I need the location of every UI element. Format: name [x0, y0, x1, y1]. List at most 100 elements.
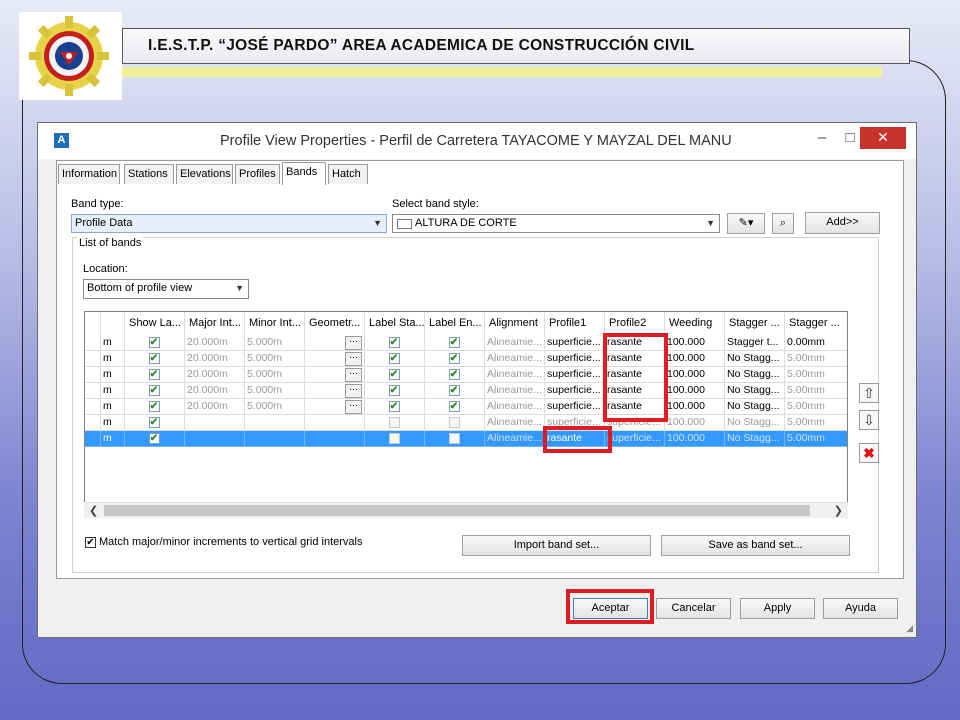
save-band-set-button[interactable]: Save as band set... [661, 535, 850, 556]
cell-show-label[interactable]: ✔ [125, 351, 185, 367]
tab-elevations[interactable]: Elevations [176, 164, 233, 184]
cell-stagger-2[interactable]: 5.00mm [785, 351, 847, 367]
column-header-label-end[interactable]: Label En... [425, 312, 485, 335]
cell-stagger-2[interactable]: 5.00mm [785, 431, 847, 447]
close-button[interactable]: ✕ [860, 127, 906, 149]
cell-major-interval[interactable]: 20.000m [185, 351, 245, 367]
cell-geometry[interactable]: ⋯ [305, 367, 365, 383]
tab-hatch[interactable]: Hatch [328, 164, 368, 184]
cell-weeding[interactable]: 100.000 [665, 367, 725, 383]
cell-name[interactable]: m [101, 431, 125, 447]
checkbox[interactable]: ✔ [388, 337, 400, 348]
cell-minor-interval[interactable] [245, 415, 305, 431]
cell-label-start[interactable]: ✔ [365, 367, 425, 383]
cell-show-label[interactable]: ✔ [125, 431, 185, 447]
cell-stagger-1[interactable]: No Stagg... [725, 351, 785, 367]
table-row[interactable]: m ✔ 20.000m 5.000m ⋯ ✔ ✔ Alineamie... superficie… [85, 367, 847, 383]
cell-name[interactable]: m [101, 367, 125, 383]
help-button[interactable]: Ayuda [823, 598, 898, 619]
cell-stagger-1[interactable]: No Stagg... [725, 367, 785, 383]
cell-label-start[interactable]: ✔ [365, 351, 425, 367]
dialog-titlebar[interactable]: A Profile View Properties - Perfil de Ca… [38, 123, 916, 159]
scroll-left-icon[interactable]: ❮ [89, 503, 98, 519]
cell-stagger-1[interactable]: No Stagg... [725, 399, 785, 415]
resize-grip-icon[interactable]: ◢ [906, 623, 913, 634]
cell-minor-interval[interactable]: 5.000m [245, 335, 305, 351]
cell-stagger-1[interactable]: No Stagg... [725, 415, 785, 431]
table-row[interactable]: m ✔ Alineamie... superficie... superficie...… [85, 415, 847, 431]
cell-label-start[interactable] [365, 431, 425, 447]
ellipsis-button[interactable]: ⋯ [345, 336, 362, 350]
cell-weeding[interactable]: 100.000 [665, 415, 725, 431]
cell-alignment[interactable]: Alineamie... [485, 351, 545, 367]
row-header[interactable] [85, 351, 101, 367]
cell-weeding[interactable]: 100.000 [665, 399, 725, 415]
checkbox[interactable]: ✔ [448, 385, 460, 396]
cell-stagger-2[interactable]: 5.00mm [785, 415, 847, 431]
checkbox[interactable] [388, 433, 400, 444]
cell-stagger-2[interactable]: 5.00mm [785, 399, 847, 415]
cell-show-label[interactable]: ✔ [125, 399, 185, 415]
apply-button[interactable]: Apply [740, 598, 815, 619]
row-header[interactable] [85, 383, 101, 399]
column-header-weeding[interactable]: Weeding [665, 312, 725, 335]
cell-geometry[interactable]: ⋯ [305, 335, 365, 351]
checkbox[interactable]: ✔ [148, 353, 160, 364]
column-header-label-start[interactable]: Label Sta... [365, 312, 425, 335]
cell-label-end[interactable] [425, 415, 485, 431]
cell-name[interactable]: m [101, 399, 125, 415]
cell-alignment[interactable]: Alineamie... [485, 415, 545, 431]
row-header[interactable] [85, 399, 101, 415]
cell-geometry[interactable]: ⋯ [305, 399, 365, 415]
ellipsis-button[interactable]: ⋯ [345, 352, 362, 366]
cell-name[interactable]: m [101, 335, 125, 351]
ellipsis-button[interactable]: ⋯ [345, 384, 362, 398]
cell-alignment[interactable]: Alineamie... [485, 335, 545, 351]
cell-label-end[interactable]: ✔ [425, 399, 485, 415]
cell-label-end[interactable]: ✔ [425, 383, 485, 399]
checkbox[interactable]: ✔ [148, 385, 160, 396]
tab-information[interactable]: Information [58, 164, 120, 184]
import-band-set-button[interactable]: Import band set... [462, 535, 651, 556]
cell-major-interval[interactable]: 20.000m [185, 383, 245, 399]
table-row[interactable]: m ✔ 20.000m 5.000m ⋯ ✔ ✔ Alineamie... superficie… [85, 399, 847, 415]
column-header-show-label[interactable]: Show La... [125, 312, 185, 335]
checkbox[interactable]: ✔ [148, 369, 160, 380]
checkbox[interactable]: ✔ [448, 337, 460, 348]
checkbox[interactable]: ✔ [448, 353, 460, 364]
cell-stagger-2[interactable]: 0.00mm [785, 335, 847, 351]
cell-stagger-2[interactable]: 5.00mm [785, 383, 847, 399]
scroll-thumb[interactable] [104, 505, 810, 516]
minimize-button[interactable]: – [808, 127, 836, 149]
horizontal-scrollbar[interactable]: ❮ ❯ [84, 502, 848, 518]
cell-major-interval[interactable]: 20.000m [185, 367, 245, 383]
cell-name[interactable]: m [101, 415, 125, 431]
cell-weeding[interactable]: 100.000 [665, 335, 725, 351]
band-style-dropdown[interactable]: ALTURA DE CORTE ▼ [392, 214, 720, 233]
checkbox[interactable] [448, 433, 460, 444]
cell-minor-interval[interactable]: 5.000m [245, 399, 305, 415]
move-up-button[interactable]: ⇧ [859, 383, 879, 403]
cell-geometry[interactable]: ⋯ [305, 351, 365, 367]
cell-profile1[interactable]: superficie... [545, 351, 605, 367]
cell-stagger-1[interactable]: No Stagg... [725, 383, 785, 399]
checkbox[interactable]: ✔ [388, 369, 400, 380]
cell-profile1[interactable]: superficie... [545, 383, 605, 399]
match-increments-checkbox[interactable]: ✔ [85, 537, 96, 548]
cell-major-interval[interactable]: 20.000m [185, 399, 245, 415]
ellipsis-button[interactable]: ⋯ [345, 368, 362, 382]
style-detail-button[interactable]: ⌕ [772, 213, 794, 234]
cell-label-end[interactable] [425, 431, 485, 447]
column-header-minor-interval[interactable]: Minor Int... [245, 312, 305, 335]
add-band-button[interactable]: Add>> [805, 212, 880, 234]
checkbox[interactable]: ✔ [448, 401, 460, 412]
checkbox[interactable]: ✔ [148, 401, 160, 412]
table-row[interactable]: m ✔ Alineamie... rasante superficie... 100.00… [85, 431, 847, 447]
cell-geometry[interactable]: ⋯ [305, 383, 365, 399]
tab-stations[interactable]: Stations [124, 164, 174, 184]
checkbox[interactable]: ✔ [388, 401, 400, 412]
cell-label-start[interactable] [365, 415, 425, 431]
column-header-stagger-2[interactable]: Stagger ... [785, 312, 847, 335]
cell-label-end[interactable]: ✔ [425, 335, 485, 351]
cell-major-interval[interactable]: 20.000m [185, 335, 245, 351]
